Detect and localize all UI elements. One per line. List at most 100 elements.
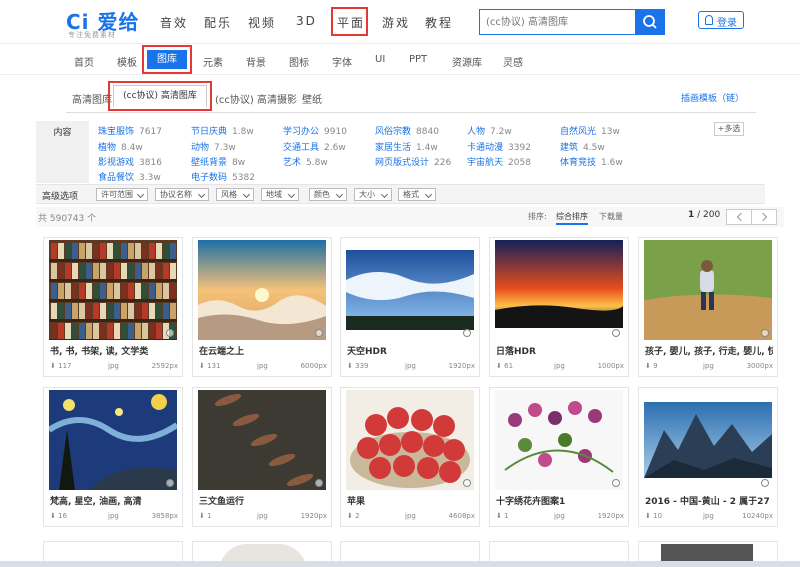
image-card[interactable]: 2016 - 中国-黄山 - 2 属于27 ⬇ 10 jpg 10240px — [638, 387, 778, 527]
filter-item-name: 学习办公 — [283, 127, 320, 137]
subnav-elements[interactable]: 元素 — [203, 54, 223, 69]
illustration-template-link[interactable]: 插画模板（链） — [681, 91, 744, 104]
image-thumbnail[interactable] — [346, 390, 474, 490]
cc-license-icon — [166, 329, 174, 337]
filter-item[interactable]: 植物 8.4w — [98, 140, 143, 153]
search-button[interactable] — [635, 9, 665, 35]
tab-wallpaper[interactable]: 壁纸 — [302, 91, 322, 106]
image-thumbnail[interactable] — [198, 240, 326, 340]
image-thumbnail[interactable] — [644, 240, 772, 340]
filter-item[interactable]: 交通工具 2.6w — [283, 140, 346, 153]
filter-item[interactable]: 动物 7.3w — [191, 140, 236, 153]
dropdown-size[interactable]: 大小 — [354, 188, 392, 201]
subnav-home[interactable]: 首页 — [74, 54, 94, 69]
subnav-backgrounds[interactable]: 背景 — [246, 54, 266, 69]
tab-hd-gallery[interactable]: 高清图库 — [72, 91, 112, 106]
dropdown-region[interactable]: 地域 — [261, 188, 299, 201]
image-card[interactable]: 日落HDR ⬇ 61 jpg 1000px — [489, 237, 629, 377]
image-title[interactable]: 三文鱼运行 — [199, 494, 327, 507]
subnav-ppt[interactable]: PPT — [409, 54, 427, 65]
image-thumbnail[interactable] — [644, 390, 772, 490]
image-thumbnail[interactable] — [49, 240, 177, 340]
topnav-video[interactable]: 视频 — [248, 14, 276, 31]
filter-item[interactable]: 建筑 4.5w — [560, 140, 605, 153]
cc-license-icon — [315, 479, 323, 487]
image-thumbnail[interactable] — [198, 390, 326, 490]
filter-item[interactable]: 学习办公 9910 — [283, 124, 347, 137]
dropdown-license-name[interactable]: 协议名称 — [155, 188, 209, 201]
download-icon: ⬇ — [347, 362, 353, 370]
subnav-templates[interactable]: 模板 — [117, 54, 137, 69]
image-title[interactable]: 孩子, 婴儿, 孩子, 行走, 婴儿, 快乐, — [645, 344, 773, 357]
chevron-down-icon — [424, 190, 433, 199]
filter-item[interactable]: 节日庆典 1.8w — [191, 124, 254, 137]
image-title[interactable]: 日落HDR — [496, 344, 624, 357]
topnav-tutorial[interactable]: 教程 — [425, 14, 453, 31]
dropdown-license-scope[interactable]: 许可范围 — [96, 188, 148, 201]
image-card[interactable]: 孩子, 婴儿, 孩子, 行走, 婴儿, 快乐, ⬇ 9 jpg 3000px — [638, 237, 778, 377]
filter-item[interactable]: 网页版式设计 226 — [375, 155, 451, 168]
subnav-ui[interactable]: UI — [375, 54, 385, 65]
image-title[interactable]: 在云端之上 — [199, 344, 327, 357]
image-size: 6000px — [300, 362, 327, 370]
filter-item[interactable]: 卡通动漫 3392 — [467, 140, 531, 153]
dropdown-format[interactable]: 格式 — [398, 188, 436, 201]
filter-item[interactable]: 人物 7.2w — [467, 124, 512, 137]
gallery-tabs: 高清图库 (cc协议) 高清图库 (cc协议) 高清摄影 壁纸 插画模板（链） — [0, 79, 800, 113]
filter-item-name: 影视游戏 — [98, 158, 135, 168]
dropdown-color[interactable]: 颜色 — [309, 188, 347, 201]
image-card[interactable]: 三文鱼运行 ⬇ 1 jpg 1920px — [192, 387, 332, 527]
next-page-button[interactable] — [751, 209, 777, 225]
download-count-value: 61 — [504, 362, 514, 370]
subnav-inspiration[interactable]: 灵感 — [503, 54, 523, 69]
filter-item[interactable]: 体育竞技 1.6w — [560, 155, 623, 168]
image-title[interactable]: 天空HDR — [347, 344, 475, 357]
filter-item[interactable]: 风俗宗教 8840 — [375, 124, 439, 137]
subnav-icons[interactable]: 图标 — [289, 54, 309, 69]
sort-downloads[interactable]: 下载量 — [599, 211, 623, 222]
topnav-game[interactable]: 游戏 — [382, 14, 410, 31]
multi-select-button[interactable]: +多选 — [714, 122, 744, 136]
download-count: ⬇ 131 — [199, 362, 220, 370]
image-title[interactable]: 苹果 — [347, 494, 475, 507]
search-input[interactable] — [480, 10, 635, 34]
image-thumbnail[interactable] — [49, 390, 177, 490]
image-thumbnail[interactable] — [346, 240, 474, 340]
image-card[interactable]: 梵高, 星空, 油画, 高清 ⬇ 16 jpg 3858px — [43, 387, 183, 527]
filter-item[interactable]: 影视游戏 3816 — [98, 155, 162, 168]
topnav-3d[interactable]: 3D — [296, 14, 317, 28]
filter-item[interactable]: 艺术 5.8w — [283, 155, 328, 168]
tab-cc-hd-photo[interactable]: (cc协议) 高清摄影 — [215, 91, 297, 106]
image-title[interactable]: 书, 书, 书架, 读, 文学类 — [50, 344, 178, 357]
filter-item[interactable]: 电子数码 5382 — [191, 170, 255, 183]
image-card[interactable]: 苹果 ⬇ 2 jpg 4608px — [340, 387, 480, 527]
subnav-fonts[interactable]: 字体 — [332, 54, 352, 69]
image-thumbnail[interactable] — [495, 240, 623, 340]
subnav-library[interactable]: 资源库 — [452, 54, 482, 69]
filter-item[interactable]: 家居生活 1.4w — [375, 140, 438, 153]
image-title[interactable]: 2016 - 中国-黄山 - 2 属于27 — [645, 494, 773, 507]
cc-license-icon — [761, 329, 769, 337]
image-card[interactable]: 十字绣花卉图案1 ⬇ 1 jpg 1920px — [489, 387, 629, 527]
filter-item[interactable]: 珠宝服饰 7617 — [98, 124, 162, 137]
filter-item[interactable]: 食品餐饮 3.3w — [98, 170, 161, 183]
image-card[interactable]: 在云端之上 ⬇ 131 jpg 6000px — [192, 237, 332, 377]
image-thumbnail[interactable] — [495, 390, 623, 490]
image-title[interactable]: 十字绣花卉图案1 — [496, 494, 624, 507]
sort-comprehensive[interactable]: 综合排序 — [556, 211, 588, 225]
filter-item[interactable]: 壁纸背景 8w — [191, 155, 245, 168]
download-count-value: 9 — [653, 362, 658, 370]
image-title[interactable]: 梵高, 星空, 油画, 高清 — [50, 494, 178, 507]
dropdown-style[interactable]: 风格 — [216, 188, 254, 201]
image-card[interactable]: 书, 书, 书架, 读, 文学类 ⬇ 117 jpg 2592px — [43, 237, 183, 377]
site-logo[interactable]: Ci 爱给 专注免费素材 — [66, 6, 139, 39]
subnav-gallery[interactable]: 图库 — [147, 50, 187, 69]
topnav-sound[interactable]: 音效 — [160, 14, 188, 31]
filter-item[interactable]: 宇宙航天 2058 — [467, 155, 531, 168]
prev-page-button[interactable] — [726, 209, 752, 225]
image-card[interactable]: 天空HDR ⬇ 339 jpg 1920px — [340, 237, 480, 377]
tab-cc-hd-gallery[interactable]: (cc协议) 高清图库 — [113, 85, 207, 107]
filter-item[interactable]: 自然风光 13w — [560, 124, 620, 137]
topnav-music[interactable]: 配乐 — [204, 14, 232, 31]
login-button[interactable]: 登录 — [698, 11, 744, 29]
